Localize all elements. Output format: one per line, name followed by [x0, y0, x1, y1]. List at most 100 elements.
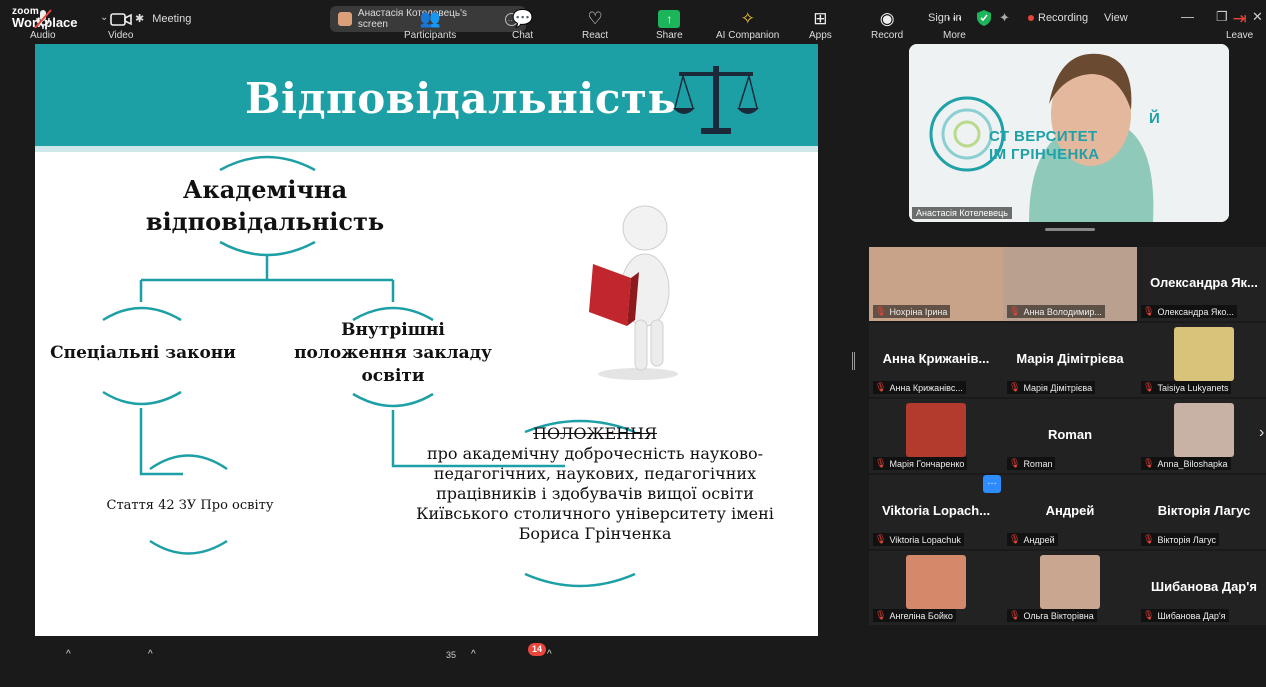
- video-label: Video: [108, 30, 134, 41]
- participant-name-tag: 🎙 Марія Гончаренко: [873, 457, 968, 470]
- participant-tile[interactable]: Андрей 🎙 Андрей: [1003, 475, 1137, 549]
- meeting-icon: ✱: [135, 13, 145, 25]
- more-button[interactable]: ⋯ More: [943, 8, 966, 41]
- participant-display-name: Шибанова Дар'я: [1151, 579, 1257, 594]
- participants-button[interactable]: 👥 Participants: [404, 8, 456, 41]
- participant-tile[interactable]: Анна Крижанів... 🎙 Анна Крижанівс...: [869, 323, 1003, 397]
- participants-icon: 👥: [419, 9, 441, 28]
- participants-label: Participants: [404, 30, 457, 41]
- participant-name-tag: 🎙 Viktoria Lopachuk: [873, 533, 964, 546]
- participant-tile[interactable]: 🎙 Taisiya Lukyanets: [1137, 323, 1266, 397]
- article-label: Стаття 42 ЗУ Про освіту: [106, 498, 274, 513]
- participant-name: Марія Гончаренко: [889, 458, 965, 469]
- minimize-icon[interactable]: —: [1181, 9, 1194, 24]
- participant-name-tag: 🎙 Олександра Яко...: [1141, 305, 1237, 318]
- recording-indicator[interactable]: Recording: [1028, 12, 1088, 24]
- muted-mic-icon: 🎙: [875, 610, 887, 620]
- participant-name: Ангеліна Бойко: [889, 610, 953, 621]
- participant-tile[interactable]: 🎙 Ольга Вікторівна: [1003, 551, 1137, 625]
- participant-name-tag: 🎙 Ольга Вікторівна: [1007, 609, 1097, 622]
- academic-responsibility-label: Академічна відповідальність: [145, 175, 385, 236]
- participant-tile[interactable]: Вікторія Лагус 🎙 Вікторія Лагус: [1137, 475, 1266, 549]
- internal-regulations-label: Внутрішні положення закладу освіти: [294, 320, 492, 386]
- close-icon[interactable]: ✕: [1252, 9, 1263, 25]
- shared-slide: Відповідальність Академічна відповідальн…: [35, 44, 818, 636]
- participant-name-tag: 🎙 Вікторія Лагус: [1141, 533, 1219, 546]
- muted-mic-icon: 🎙: [1143, 306, 1155, 316]
- active-speaker-video[interactable]: Й СТ ВЕРСИТЕТ ІМ ГРІНЧЕНКА Анастасія Кот…: [909, 44, 1229, 222]
- participant-name: Олександра Яко...: [1157, 306, 1234, 317]
- heart-icon: ♡: [587, 9, 603, 28]
- participant-display-name: Roman: [1047, 427, 1093, 442]
- apps-icon: ⊞: [813, 9, 828, 28]
- participant-display-name: Олександра Як...: [1150, 275, 1258, 290]
- react-button[interactable]: ♡ React: [582, 8, 608, 41]
- participant-tile[interactable]: Шибанова Дар'я 🎙 Шибанова Дар'я: [1137, 551, 1266, 625]
- participant-name-tag: 🎙 Taisiya Lukyanets: [1141, 381, 1232, 394]
- share-arrow-icon: ↑: [658, 10, 681, 28]
- participant-display-name: Анна Крижанів...: [882, 351, 990, 366]
- participant-tile[interactable]: Roman 🎙 Roman: [1003, 399, 1137, 473]
- participant-display-name: Вікторія Лагус: [1157, 503, 1251, 518]
- participant-tile[interactable]: Марія Дімітрієва 🎙 Марія Дімітрієва: [1003, 323, 1137, 397]
- ai-companion-button[interactable]: ✧ AI Companion: [716, 8, 779, 41]
- participant-video: [1040, 555, 1100, 609]
- gallery-resize-grip[interactable]: [852, 352, 855, 370]
- view-button[interactable]: View: [1104, 12, 1128, 24]
- participants-options-chevron-icon[interactable]: ^: [471, 649, 476, 660]
- share-button[interactable]: ↑ Share: [656, 8, 683, 41]
- participant-name-tag: 🎙 Roman: [1007, 457, 1056, 470]
- share-label: Share: [656, 30, 683, 41]
- video-button[interactable]: Video: [108, 8, 133, 41]
- chat-unread-badge: 14: [528, 643, 547, 656]
- participant-name: Ольга Вікторівна: [1023, 610, 1094, 621]
- record-button[interactable]: ◉ Record: [871, 8, 903, 41]
- leave-door-icon: ⇥: [1232, 9, 1247, 28]
- recording-label: Recording: [1038, 12, 1089, 24]
- leave-button[interactable]: ⇥ Leave: [1226, 8, 1253, 41]
- apps-label: Apps: [809, 30, 832, 41]
- chevron-right-icon[interactable]: ›: [1259, 424, 1264, 442]
- muted-mic-icon: 🎙: [875, 382, 887, 392]
- regulation-text: ПОЛОЖЕННЯ про академічну доброчесність н…: [415, 424, 775, 544]
- participant-display-name: Андрей: [1045, 503, 1095, 518]
- participant-name: Roman: [1023, 458, 1053, 469]
- muted-mic-icon: [34, 9, 52, 29]
- muted-mic-icon: 🎙: [1143, 610, 1155, 620]
- muted-mic-icon: 🎙: [1143, 458, 1155, 468]
- participant-tile[interactable]: Олександра Як... 🎙 Олександра Яко...: [1137, 247, 1266, 321]
- speaker-name-tag: Анастасія Котелевець: [912, 207, 1012, 219]
- muted-mic-icon: 🎙: [1009, 610, 1021, 620]
- meeting-toolbar: [0, 637, 1266, 687]
- ai-companion-label: AI Companion: [716, 30, 780, 41]
- security-shield-icon[interactable]: [977, 10, 991, 26]
- audio-label: Audio: [30, 30, 56, 41]
- participant-name-tag: 🎙 Марія Дімітрієва: [1007, 381, 1096, 394]
- muted-mic-icon: 🎙: [875, 534, 887, 544]
- participant-name-tag: 🎙 Шибанова Дар'я: [1141, 609, 1229, 622]
- participant-name: Taisiya Lukyanets: [1157, 382, 1229, 393]
- meeting-label: Meeting: [152, 12, 192, 25]
- participant-tile[interactable]: 🎙 Ангеліна Бойко: [869, 551, 1003, 625]
- audio-options-chevron-icon[interactable]: ^: [66, 649, 71, 660]
- more-participant-options-icon[interactable]: …: [983, 475, 1001, 493]
- participant-name: Марія Дімітрієва: [1023, 382, 1093, 393]
- meeting-info-button[interactable]: ✱ Meeting: [135, 12, 192, 26]
- ai-sparkle-icon[interactable]: ✦: [999, 10, 1010, 26]
- chat-label: Chat: [512, 30, 534, 41]
- panel-resize-handle[interactable]: [1045, 228, 1095, 231]
- participant-display-name: Марія Дімітрієва: [1016, 351, 1124, 366]
- more-icon: ⋯: [945, 9, 963, 28]
- chat-button[interactable]: 💬 Chat: [512, 8, 533, 41]
- audio-button[interactable]: Audio: [30, 8, 56, 41]
- participant-tile[interactable]: 🎙 Марія Гончаренко: [869, 399, 1003, 473]
- apps-button[interactable]: ⊞ Apps: [809, 8, 832, 41]
- participant-name: Нохріна Ірина: [889, 306, 948, 317]
- participant-tile[interactable]: 🎙 Anna_Biloshapka: [1137, 399, 1266, 473]
- participant-video: [1174, 403, 1234, 457]
- participant-tile[interactable]: 🎙 Анна Володимир...: [1003, 247, 1137, 321]
- video-options-chevron-icon[interactable]: ^: [148, 649, 153, 660]
- bg-line-2: СТ ВЕРСИТЕТ: [989, 128, 1098, 145]
- participant-tile[interactable]: 🎙 Нохріна Ірина: [869, 247, 1003, 321]
- chat-options-chevron-icon[interactable]: ^: [547, 649, 552, 660]
